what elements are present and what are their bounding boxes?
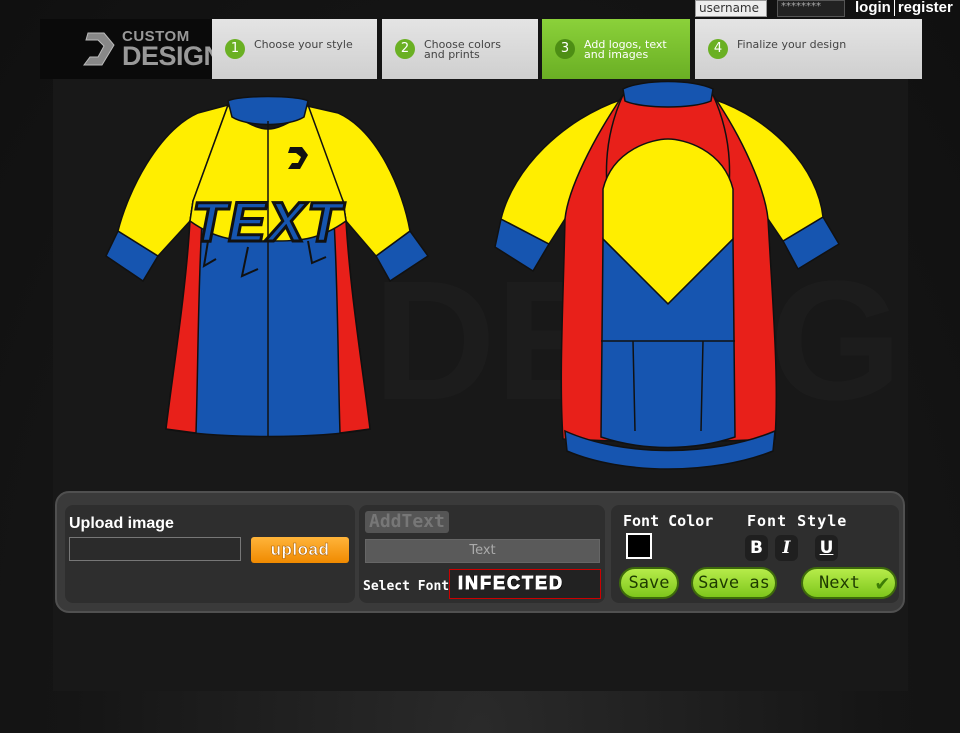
jersey-front-text[interactable]: TEXT (191, 189, 346, 255)
custom-design-logo[interactable]: CUSTOM DESIGN (40, 19, 223, 79)
font-select[interactable]: INFECTED (449, 569, 601, 599)
next-label: Next (819, 573, 860, 593)
step-number: 1 (225, 39, 245, 59)
font-color-swatch[interactable] (626, 533, 652, 559)
jersey-front[interactable]: TEXT (98, 91, 438, 471)
step-number: 4 (708, 39, 728, 59)
upload-file-field[interactable] (69, 537, 241, 561)
login-bar: username ******** login register (695, 0, 960, 18)
text-input[interactable]: Text (365, 539, 600, 563)
step-number: 3 (555, 39, 575, 59)
link-divider (893, 0, 895, 16)
step-1-choose-style[interactable]: 1 Choose your style (212, 19, 377, 79)
step-number: 2 (395, 39, 415, 59)
select-font-label: Select Font (363, 579, 450, 594)
italic-button[interactable]: I (775, 535, 798, 561)
design-tools-panel: Upload image upload AddText Text Select … (55, 491, 905, 613)
add-text-section: AddText Text Select Font INFECTED (359, 505, 605, 603)
next-button[interactable]: Next ✔ (801, 567, 897, 599)
step-3-add-logos[interactable]: 3 Add logos, text and images (542, 19, 690, 79)
password-field[interactable]: ******** (777, 0, 845, 17)
font-preview: INFECTED (458, 573, 564, 594)
step-label: Choose colors and prints (424, 38, 501, 61)
logo-mark-icon (83, 32, 115, 66)
step-4-finalize[interactable]: 4 Finalize your design (695, 19, 922, 79)
font-style-section: Font Color Font Style B I U Save Save as… (611, 505, 899, 603)
login-link[interactable]: login (855, 0, 891, 16)
step-label: Finalize your design (737, 38, 847, 51)
logo-text-design: DESIGN (122, 41, 223, 71)
jersey-back[interactable] (493, 79, 843, 474)
username-field[interactable]: username (695, 0, 767, 17)
add-text-title[interactable]: AddText (365, 511, 449, 533)
step-label: Add logos, text and images (584, 38, 667, 61)
upload-button[interactable]: upload (251, 537, 349, 563)
underline-button[interactable]: U (815, 535, 838, 561)
checkmark-icon: ✔ (875, 571, 889, 596)
save-as-button[interactable]: Save as (691, 567, 777, 599)
font-color-label: Font Color (623, 512, 714, 530)
bold-button[interactable]: B (745, 535, 768, 561)
register-link[interactable]: register (898, 0, 953, 16)
step-2-choose-colors[interactable]: 2 Choose colors and prints (382, 19, 538, 79)
font-style-label: Font Style (747, 512, 848, 530)
upload-image-section: Upload image upload (65, 505, 355, 603)
step-label: Choose your style (254, 38, 353, 51)
upload-image-title: Upload image (69, 515, 174, 532)
save-button[interactable]: Save (619, 567, 679, 599)
auth-links: login register (855, 0, 953, 16)
